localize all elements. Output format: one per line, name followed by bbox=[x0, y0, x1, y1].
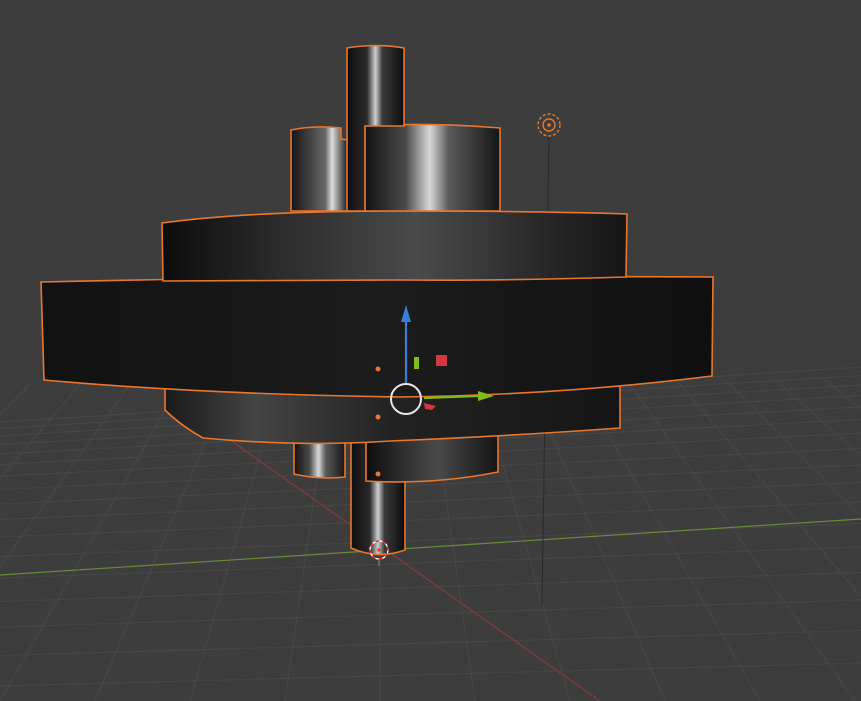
main-disc[interactable] bbox=[40, 275, 714, 398]
grid-line bbox=[626, 379, 856, 701]
y-axis-line bbox=[0, 518, 861, 576]
xz-plane-handle-icon[interactable] bbox=[436, 355, 447, 366]
grid-line bbox=[0, 572, 861, 602]
yz-plane-handle-icon[interactable] bbox=[414, 357, 419, 369]
origin-dot bbox=[375, 414, 381, 420]
upper-disc[interactable] bbox=[161, 210, 628, 282]
grid-line bbox=[0, 482, 861, 520]
left-post[interactable] bbox=[290, 126, 349, 212]
light-icon[interactable] bbox=[537, 113, 561, 137]
viewport-canvas[interactable] bbox=[0, 0, 861, 701]
grid-line bbox=[774, 379, 861, 457]
3d-viewport[interactable] bbox=[0, 0, 861, 701]
grid-line bbox=[0, 501, 861, 538]
top-hub[interactable] bbox=[364, 123, 501, 212]
grid-line bbox=[0, 379, 134, 569]
grid-line bbox=[725, 379, 861, 517]
origin-dot bbox=[375, 471, 381, 477]
origin-dot bbox=[375, 366, 381, 372]
grid-line bbox=[0, 599, 861, 628]
grid-line bbox=[0, 662, 861, 687]
